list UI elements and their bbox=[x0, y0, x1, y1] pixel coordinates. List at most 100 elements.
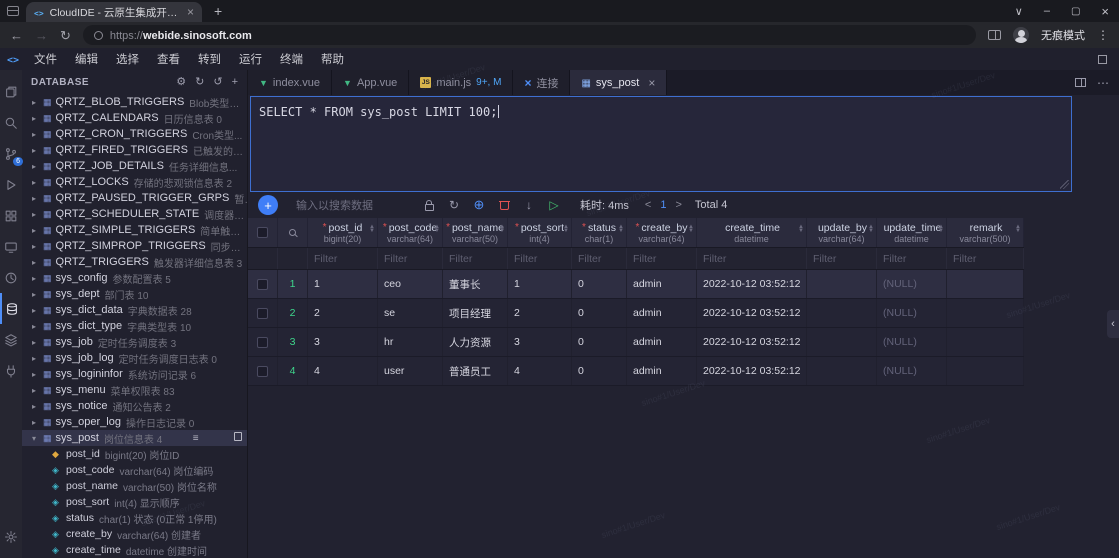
filter-input[interactable]: Filter bbox=[449, 253, 472, 265]
sort-icon[interactable] bbox=[938, 226, 944, 233]
maximize-button[interactable] bbox=[1071, 5, 1080, 17]
sort-icon[interactable] bbox=[798, 226, 804, 233]
download-icon[interactable] bbox=[522, 197, 536, 213]
filter-input[interactable]: Filter bbox=[883, 253, 906, 265]
forward-button[interactable] bbox=[35, 29, 48, 42]
menu-item[interactable]: 运行 bbox=[230, 51, 271, 67]
table-menu-icon[interactable] bbox=[193, 433, 204, 444]
row-checkbox[interactable] bbox=[257, 279, 268, 290]
column-header[interactable]: * post_sort int(4) bbox=[508, 218, 572, 247]
split-screen-icon[interactable] bbox=[988, 30, 1001, 40]
sidebar-table-item[interactable]: sys_dict_type 字典类型表 10 bbox=[22, 318, 247, 334]
profile-avatar[interactable] bbox=[1013, 27, 1029, 43]
database-icon[interactable] bbox=[0, 293, 22, 324]
sidebar-table-item[interactable]: QRTZ_SIMPLE_TRIGGERS 简单触发... bbox=[22, 222, 247, 238]
add-row-fab-button[interactable] bbox=[258, 195, 278, 215]
select-all-checkbox[interactable] bbox=[257, 227, 268, 238]
menu-item[interactable]: 帮助 bbox=[312, 51, 353, 67]
tab-connection[interactable]: 连接 bbox=[513, 70, 570, 95]
column-header[interactable]: * post_code varchar(64) bbox=[378, 218, 443, 247]
field-item[interactable]: create_by varchar(64) 创建者 bbox=[22, 526, 247, 542]
menu-item[interactable]: 选择 bbox=[107, 51, 148, 67]
history-icon[interactable] bbox=[0, 262, 22, 293]
fullscreen-icon[interactable] bbox=[1098, 55, 1107, 64]
row-checkbox[interactable] bbox=[257, 366, 268, 377]
sort-icon[interactable] bbox=[1015, 226, 1021, 233]
close-window-button[interactable] bbox=[1101, 4, 1109, 19]
remote-icon[interactable] bbox=[0, 231, 22, 262]
sidebar-table-item[interactable]: sys_dict_data 字典数据表 28 bbox=[22, 302, 247, 318]
search-icon[interactable] bbox=[0, 107, 22, 138]
plugin-icon[interactable] bbox=[0, 355, 22, 386]
source-control-icon[interactable]: 6 bbox=[0, 138, 22, 169]
tab-main-js[interactable]: main.js 9+, M bbox=[409, 70, 513, 95]
sidebar-table-item[interactable]: QRTZ_TRIGGERS 触发器详细信息表 3 bbox=[22, 254, 247, 270]
run-query-icon[interactable] bbox=[547, 197, 561, 213]
sidebar-table-item[interactable]: QRTZ_CRON_TRIGGERS Cron类型... bbox=[22, 126, 247, 142]
db-history-icon[interactable] bbox=[213, 77, 222, 88]
browser-menu-icon[interactable] bbox=[1097, 28, 1109, 42]
column-header[interactable]: * create_by varchar(64) bbox=[627, 218, 697, 247]
field-item[interactable]: post_code varchar(64) 岗位编码 bbox=[22, 462, 247, 478]
close-tab-icon[interactable] bbox=[648, 76, 655, 90]
sidebar-table-item[interactable]: QRTZ_LOCKS 存储的悲观锁信息表 2 bbox=[22, 174, 247, 190]
filter-input[interactable]: Filter bbox=[953, 253, 976, 265]
menu-item[interactable]: 终端 bbox=[271, 51, 312, 67]
run-debug-icon[interactable] bbox=[0, 169, 22, 200]
sort-icon[interactable] bbox=[868, 226, 874, 233]
field-item[interactable]: create_time datetime 创建时间 bbox=[22, 542, 247, 558]
filter-input[interactable]: Filter bbox=[384, 253, 407, 265]
row-checkbox[interactable] bbox=[257, 308, 268, 319]
sidebar-table-item[interactable]: QRTZ_CALENDARS 日历信息表 0 bbox=[22, 110, 247, 126]
address-bar[interactable]: https://webide.sinosoft.com bbox=[83, 25, 976, 45]
site-info-icon[interactable] bbox=[94, 31, 103, 40]
filter-input[interactable]: Filter bbox=[703, 253, 726, 265]
column-header[interactable]: * post_id bigint(20) bbox=[308, 218, 378, 247]
sidebar-table-item[interactable]: QRTZ_SCHEDULER_STATE 调度器状... bbox=[22, 206, 247, 222]
extensions-icon[interactable] bbox=[0, 200, 22, 231]
sidebar-table-item[interactable]: sys_logininfor 系统访问记录 6 bbox=[22, 366, 247, 382]
sidebar-table-item[interactable]: sys_job_log 定时任务调度日志表 0 bbox=[22, 350, 247, 366]
sql-editor[interactable]: SELECT * FROM sys_post LIMIT 100; bbox=[250, 96, 1072, 192]
filter-input[interactable]: Filter bbox=[813, 253, 836, 265]
next-page-button[interactable]: > bbox=[675, 199, 681, 211]
sidebar-table-item[interactable]: sys_config 参数配置表 5 bbox=[22, 270, 247, 286]
column-header[interactable]: * post_name varchar(50) bbox=[443, 218, 508, 247]
add-record-icon[interactable] bbox=[472, 197, 486, 213]
sort-icon[interactable] bbox=[688, 226, 694, 233]
add-connection-icon[interactable] bbox=[232, 77, 238, 88]
explorer-icon[interactable] bbox=[0, 76, 22, 107]
sidebar-table-item[interactable]: QRTZ_JOB_DETAILS 任务详细信息... bbox=[22, 158, 247, 174]
field-item[interactable]: post_id bigint(20) 岗位ID bbox=[22, 446, 247, 462]
sidebar-table-item[interactable]: QRTZ_SIMPROP_TRIGGERS 同步机... bbox=[22, 238, 247, 254]
table-row[interactable]: 4 4 user 普通员工 4 0 admin 2022-10-12 03:52… bbox=[248, 357, 1024, 386]
table-row[interactable]: 1 1 ceo 董事长 1 0 admin 2022-10-12 03:52:1… bbox=[248, 270, 1024, 299]
column-header[interactable]: update_time datetime bbox=[877, 218, 947, 247]
sidebar-table-item[interactable]: sys_menu 菜单权限表 83 bbox=[22, 382, 247, 398]
sort-icon[interactable] bbox=[369, 226, 375, 233]
new-tab-button[interactable] bbox=[214, 3, 222, 19]
sidebar-table-item[interactable]: QRTZ_BLOB_TRIGGERS Blob类型的... bbox=[22, 94, 247, 110]
sidebar-table-item[interactable]: QRTZ_FIRED_TRIGGERS 已触发的触... bbox=[22, 142, 247, 158]
sort-icon[interactable] bbox=[499, 226, 505, 233]
field-item[interactable]: post_sort int(4) 显示顺序 bbox=[22, 494, 247, 510]
menu-item[interactable]: 查看 bbox=[148, 51, 189, 67]
delete-record-icon[interactable] bbox=[497, 197, 511, 213]
sort-icon[interactable] bbox=[563, 226, 569, 233]
sidebar-table-item[interactable]: sys_dept 部门表 10 bbox=[22, 286, 247, 302]
table-row[interactable]: 2 2 se 项目经理 2 0 admin 2022-10-12 03:52:1… bbox=[248, 299, 1024, 328]
menu-item[interactable]: 文件 bbox=[25, 51, 66, 67]
filter-input[interactable]: Filter bbox=[514, 253, 537, 265]
layers-icon[interactable] bbox=[0, 324, 22, 355]
settings-gear-icon[interactable] bbox=[0, 521, 22, 552]
table-row[interactable]: 3 3 hr 人力资源 3 0 admin 2022-10-12 03:52:1… bbox=[248, 328, 1024, 357]
workspaces-icon[interactable] bbox=[7, 6, 19, 16]
tab-list-chevron-icon[interactable] bbox=[1015, 5, 1023, 18]
menu-item[interactable]: 编辑 bbox=[66, 51, 107, 67]
tab-app-vue[interactable]: App.vue bbox=[332, 70, 409, 95]
tab-sys-post[interactable]: sys_post bbox=[570, 70, 667, 95]
refresh-data-icon[interactable] bbox=[447, 197, 461, 213]
sidebar-table-item-sys-post[interactable]: sys_post 岗位信息表 4 bbox=[22, 430, 247, 446]
row-checkbox[interactable] bbox=[257, 337, 268, 348]
prev-page-button[interactable]: < bbox=[645, 199, 651, 211]
